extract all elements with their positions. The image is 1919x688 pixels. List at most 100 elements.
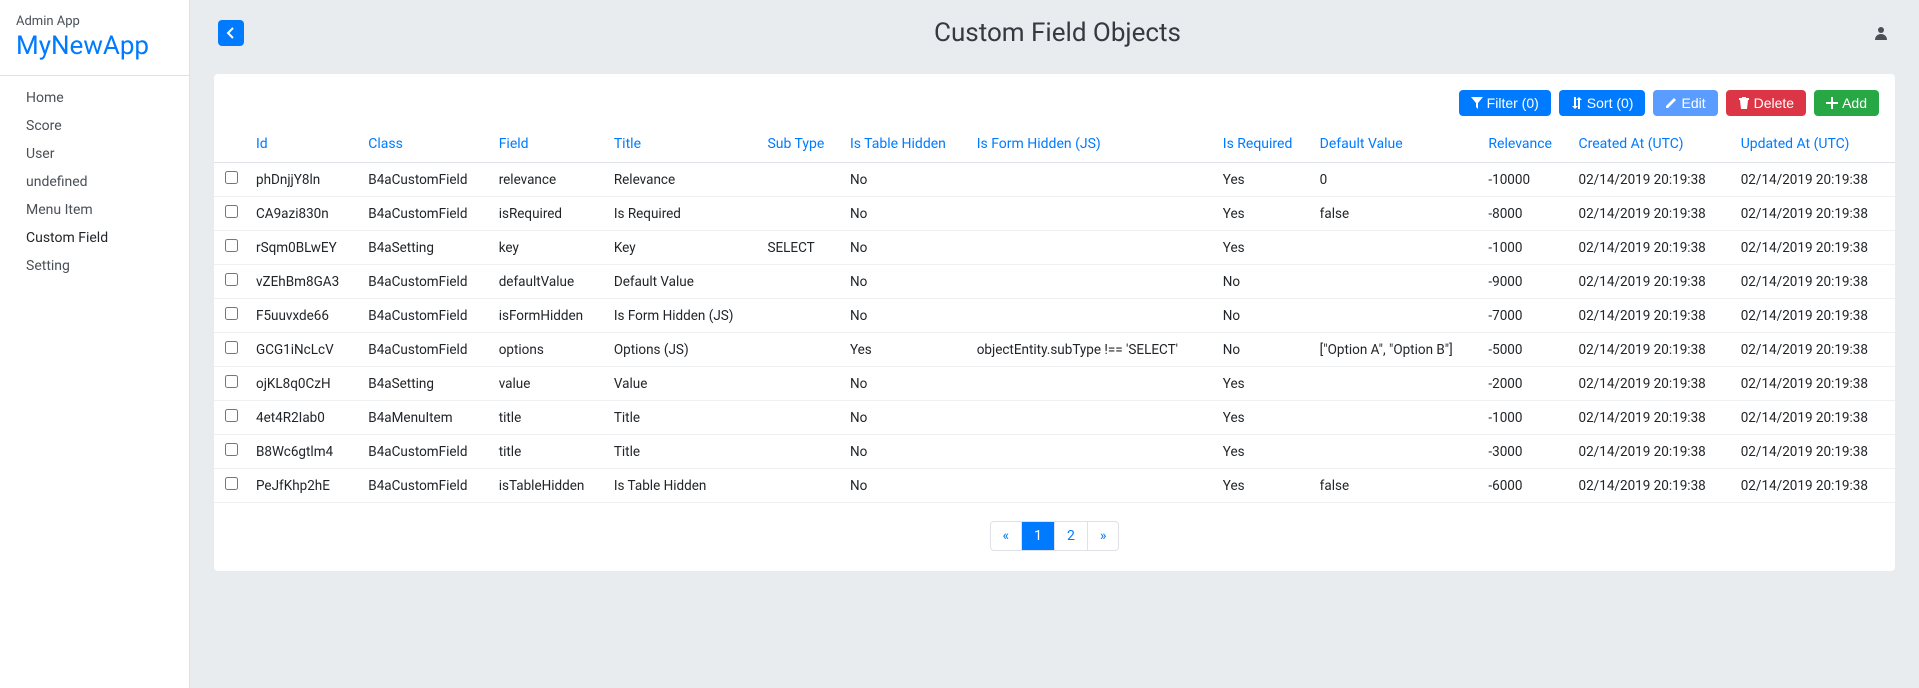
profile-button[interactable] [1871,23,1891,43]
cell-relevance: -5000 [1480,333,1570,367]
row-checkbox[interactable] [225,239,238,252]
cell-relevance: -10000 [1480,163,1570,197]
header-checkbox-col [214,126,248,163]
row-checkbox[interactable] [225,443,238,456]
row-checkbox-cell [214,469,248,503]
cell-title: Title [606,401,760,435]
cell-is-table-hidden: No [842,469,969,503]
column-header[interactable]: Created At (UTC) [1571,126,1733,163]
cell-class-: B4aCustomField [360,265,490,299]
filter-label: Filter (0) [1487,95,1539,111]
column-header[interactable]: Title [606,126,760,163]
row-checkbox[interactable] [225,307,238,320]
app-name[interactable]: MyNewApp [16,31,173,61]
row-checkbox[interactable] [225,477,238,490]
cell-is-required: Yes [1215,401,1312,435]
page-next[interactable]: » [1088,522,1119,550]
cell-subtype [759,401,842,435]
row-checkbox[interactable] [225,273,238,286]
cell-default-value: false [1312,469,1481,503]
row-checkbox-cell [214,333,248,367]
cell-is-form-hidden [969,401,1215,435]
sidebar-collapse-button[interactable] [218,20,244,46]
edit-button[interactable]: Edit [1653,90,1717,116]
column-header[interactable]: Relevance [1480,126,1570,163]
cell-relevance: -3000 [1480,435,1570,469]
toolbar: Filter (0) Sort (0) Edit Delete Add [214,90,1895,126]
row-checkbox-cell [214,367,248,401]
delete-button[interactable]: Delete [1726,90,1806,116]
table-row: CA9azi830nB4aCustomFieldisRequiredIs Req… [214,197,1895,231]
cell-title: Value [606,367,760,401]
cell-subtype [759,197,842,231]
cell-is-required: Yes [1215,469,1312,503]
column-header[interactable]: Sub Type [759,126,842,163]
sidebar-item-score[interactable]: Score [0,112,189,140]
sidebar-item-home[interactable]: Home [0,84,189,112]
column-header[interactable]: Updated At (UTC) [1733,126,1895,163]
cell-subtype [759,333,842,367]
cell-title: Is Form Hidden (JS) [606,299,760,333]
sidebar-item-custom-field[interactable]: Custom Field [0,224,189,252]
cell-title: Is Table Hidden [606,469,760,503]
cell-is-form-hidden [969,197,1215,231]
sort-label: Sort (0) [1587,95,1634,111]
row-checkbox[interactable] [225,205,238,218]
cell-is-table-hidden: No [842,231,969,265]
filter-icon [1471,97,1483,109]
row-checkbox[interactable] [225,409,238,422]
cell-is-table-hidden: No [842,265,969,299]
add-button[interactable]: Add [1814,90,1879,116]
cell-title: Default Value [606,265,760,299]
cell-class-: B4aSetting [360,367,490,401]
cell-is-table-hidden: No [842,367,969,401]
chevron-left-icon [226,27,236,39]
person-icon [1873,25,1889,41]
column-header[interactable]: Default Value [1312,126,1481,163]
cell-class-: B4aCustomField [360,197,490,231]
row-checkbox[interactable] [225,171,238,184]
column-header[interactable]: Field [491,126,606,163]
column-header[interactable]: Is Form Hidden (JS) [969,126,1215,163]
column-header[interactable]: Class [360,126,490,163]
cell-class-: B4aCustomField [360,163,490,197]
column-header[interactable]: Id [248,126,360,163]
page-2[interactable]: 2 [1055,522,1088,550]
cell-field: defaultValue [491,265,606,299]
cell-created-at: 02/14/2019 20:19:38 [1571,197,1733,231]
page-1[interactable]: 1 [1022,522,1055,550]
column-header[interactable]: Is Table Hidden [842,126,969,163]
cell-is-form-hidden [969,435,1215,469]
cell-is-form-hidden [969,163,1215,197]
cell-created-at: 02/14/2019 20:19:38 [1571,333,1733,367]
cell-relevance: -1000 [1480,231,1570,265]
column-header[interactable]: Is Required [1215,126,1312,163]
page-prev[interactable]: « [991,522,1023,550]
cell-is-table-hidden: No [842,401,969,435]
cell-created-at: 02/14/2019 20:19:38 [1571,299,1733,333]
sidebar-item-setting[interactable]: Setting [0,252,189,280]
cell-id: phDnjjY8ln [248,163,360,197]
row-checkbox-cell [214,435,248,469]
table-row: vZEhBm8GA3B4aCustomFielddefaultValueDefa… [214,265,1895,299]
cell-field: relevance [491,163,606,197]
cell-is-required: No [1215,265,1312,299]
cell-relevance: -7000 [1480,299,1570,333]
sidebar-item-undefined[interactable]: undefined [0,168,189,196]
cell-default-value: false [1312,197,1481,231]
delete-label: Delete [1754,95,1794,111]
sidebar-nav: HomeScoreUserundefinedMenu ItemCustom Fi… [0,76,189,288]
sidebar-item-menu-item[interactable]: Menu Item [0,196,189,224]
cell-id: 4et4R2Iab0 [248,401,360,435]
filter-button[interactable]: Filter (0) [1459,90,1551,116]
row-checkbox[interactable] [225,341,238,354]
sort-icon [1571,97,1583,109]
cell-created-at: 02/14/2019 20:19:38 [1571,435,1733,469]
cell-updated-at: 02/14/2019 20:19:38 [1733,265,1895,299]
sidebar-item-user[interactable]: User [0,140,189,168]
cell-is-table-hidden: No [842,197,969,231]
cell-id: PeJfKhp2hE [248,469,360,503]
sort-button[interactable]: Sort (0) [1559,90,1646,116]
row-checkbox[interactable] [225,375,238,388]
cell-created-at: 02/14/2019 20:19:38 [1571,469,1733,503]
